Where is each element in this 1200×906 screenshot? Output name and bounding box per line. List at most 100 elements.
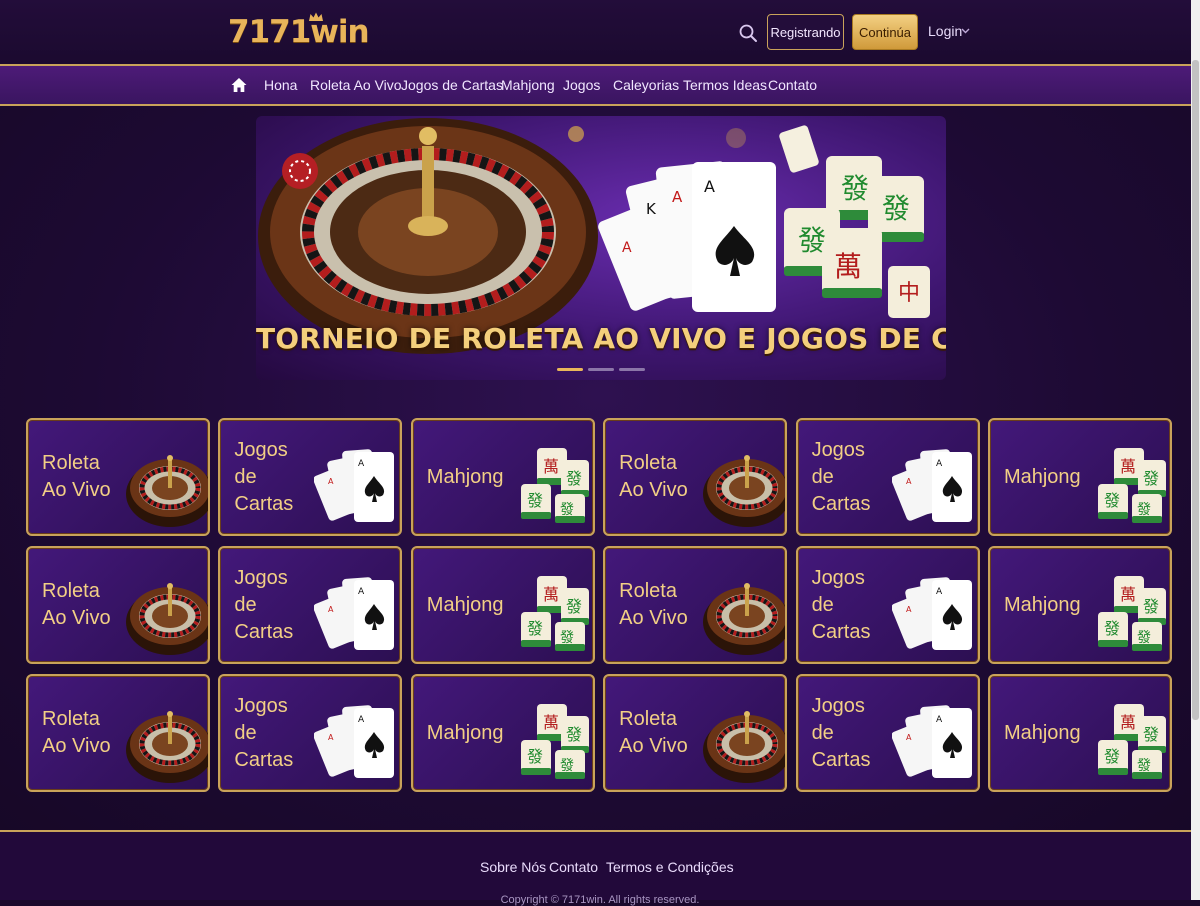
register-button[interactable]: Registrando xyxy=(767,14,844,50)
svg-text:發: 發 xyxy=(1143,469,1159,488)
nav-item-contact[interactable]: Contato xyxy=(768,77,817,93)
svg-text:發: 發 xyxy=(527,619,543,638)
game-tile-label-wrap: Jogos de Cartas xyxy=(812,693,892,774)
footer-terms-link[interactable]: Termos e Condições xyxy=(606,859,734,875)
game-tile[interactable]: Roleta Ao Vivo xyxy=(26,546,210,664)
game-tile-label-line1: Mahjong xyxy=(1003,721,1081,744)
game-tile[interactable]: Roleta Ao Vivo xyxy=(603,418,788,536)
game-tile-label-wrap: Mahjong xyxy=(427,464,504,491)
game-tile-label-line2: Ao Vivo xyxy=(42,735,111,757)
game-tile-label-line2: Cartas xyxy=(811,620,871,643)
scrollbar-thumb[interactable] xyxy=(1192,60,1199,720)
chevron-down-icon[interactable] xyxy=(961,28,970,34)
home-icon[interactable] xyxy=(231,77,247,93)
nav-item-terms[interactable]: Termos Ideas xyxy=(683,77,767,93)
game-tile-label: Mahjong xyxy=(427,548,507,662)
svg-text:發: 發 xyxy=(1104,491,1120,510)
game-tile[interactable]: Mahjong 萬 發 發 發 xyxy=(410,546,595,664)
svg-text:發: 發 xyxy=(1104,747,1120,766)
game-tile-label-wrap: Jogos de Cartas xyxy=(234,437,314,518)
playing-cards-icon: A A K A xyxy=(598,161,776,312)
logo[interactable]: 7171win xyxy=(228,14,370,50)
svg-text:發: 發 xyxy=(560,502,574,518)
game-tile-label-line1: Mahjong xyxy=(426,465,504,488)
svg-text:發: 發 xyxy=(1143,725,1159,744)
nav-item-live-roulette[interactable]: Roleta Ao Vivo xyxy=(310,77,402,93)
game-tile-label-line1: Roleta xyxy=(42,580,100,602)
game-tile-label: Mahjong xyxy=(427,676,507,790)
game-tile[interactable]: Roleta Ao Vivo xyxy=(603,674,788,792)
game-tile[interactable]: Roleta Ao Vivo xyxy=(26,674,210,792)
game-tile[interactable]: Roleta Ao Vivo xyxy=(603,546,788,664)
game-tile-label: Roleta Ao Vivo xyxy=(42,548,122,662)
roulette-wheel-icon xyxy=(258,118,598,354)
carousel-dot[interactable] xyxy=(588,368,614,371)
game-tile-label-wrap: Mahjong xyxy=(1004,720,1081,747)
login-link[interactable]: Login xyxy=(928,23,962,39)
svg-text:A: A xyxy=(622,240,632,256)
game-tile-label: Roleta Ao Vivo xyxy=(619,676,699,790)
svg-text:萬: 萬 xyxy=(543,457,559,476)
nav-item-card-games[interactable]: Jogos de Cartas xyxy=(401,77,503,93)
game-tile-label-wrap: Mahjong xyxy=(1004,464,1081,491)
game-tile-label: Jogos de Cartas xyxy=(812,676,892,790)
game-tile[interactable]: Mahjong 萬 發 發 發 xyxy=(410,418,595,536)
continue-button[interactable]: Continúa xyxy=(852,14,918,50)
svg-text:K: K xyxy=(646,200,657,218)
nav-item-categories[interactable]: Caleyorias xyxy=(613,77,679,93)
svg-text:發: 發 xyxy=(560,630,574,646)
game-tile-label-line1: Roleta xyxy=(42,708,100,730)
game-tile-label: Roleta Ao Vivo xyxy=(42,676,122,790)
top-header: 7171win Registrando Continúa Login xyxy=(0,0,1200,64)
game-tile[interactable]: Roleta Ao Vivo xyxy=(26,418,210,536)
game-tile-label: Roleta Ao Vivo xyxy=(619,548,699,662)
svg-text:A: A xyxy=(358,587,365,597)
svg-text:萬: 萬 xyxy=(834,250,862,283)
game-tile-label: Jogos de Cartas xyxy=(234,676,314,790)
game-tile[interactable]: Mahjong 萬 發 發 發 xyxy=(410,674,595,792)
game-tile-label-line1: Mahjong xyxy=(426,721,504,744)
game-tile[interactable]: Mahjong 萬 發 發 發 xyxy=(987,418,1172,536)
nav-item-mahjong[interactable]: Mahjong xyxy=(501,77,555,93)
game-tile[interactable]: Mahjong 萬 發 發 發 xyxy=(987,546,1172,664)
game-tile-label: Roleta Ao Vivo xyxy=(42,420,122,534)
game-tile[interactable]: Jogos de Cartas A A xyxy=(218,418,403,536)
game-tile-label: Jogos de Cartas xyxy=(812,420,892,534)
game-tile-label-wrap: Mahjong xyxy=(427,592,504,619)
carousel-dot[interactable] xyxy=(619,368,645,371)
game-tile-label: Mahjong xyxy=(1004,676,1084,790)
footer-about-link[interactable]: Sobre Nós xyxy=(480,859,546,875)
game-tile-label: Jogos de Cartas xyxy=(234,420,314,534)
nav-item-games[interactable]: Jogos xyxy=(563,77,600,93)
nav-item-home[interactable]: Hona xyxy=(264,77,297,93)
game-tile-label-line2: Ao Vivo xyxy=(619,607,688,629)
svg-text:A: A xyxy=(358,715,365,725)
game-tile-label-line1: Jogos de xyxy=(234,694,288,744)
svg-text:A: A xyxy=(906,733,912,742)
game-tile-label-line1: Mahjong xyxy=(1003,465,1081,488)
game-tile-label: Mahjong xyxy=(427,420,507,534)
svg-text:A: A xyxy=(328,477,334,486)
promo-banner[interactable]: A A K A 發 發 發 萬 中 TORNEIO DE ROLETA AO V… xyxy=(256,116,946,380)
game-tile-label-wrap: Jogos de Cartas xyxy=(812,437,892,518)
game-tile[interactable]: Jogos de Cartas A A xyxy=(218,546,403,664)
svg-text:中: 中 xyxy=(898,281,920,306)
game-tile[interactable]: Jogos de Cartas A A xyxy=(795,546,980,664)
game-tile-label-line1: Roleta xyxy=(42,452,100,474)
search-icon[interactable] xyxy=(738,23,758,43)
game-tile[interactable]: Mahjong 萬 發 發 發 xyxy=(987,674,1172,792)
game-tile-label-wrap: Roleta Ao Vivo xyxy=(42,706,111,760)
carousel-dot[interactable] xyxy=(557,368,583,371)
svg-text:發: 發 xyxy=(1143,597,1159,616)
svg-text:發: 發 xyxy=(1137,630,1151,646)
svg-text:發: 發 xyxy=(1137,502,1151,518)
footer-contact-link[interactable]: Contato xyxy=(549,859,598,875)
game-tile-label-line2: Ao Vivo xyxy=(42,479,111,501)
game-tile-label-line1: Mahjong xyxy=(426,593,504,616)
game-tile[interactable]: Jogos de Cartas A A xyxy=(795,418,980,536)
svg-text:A: A xyxy=(936,587,943,597)
game-tile[interactable]: Jogos de Cartas A A xyxy=(218,674,403,792)
svg-text:萬: 萬 xyxy=(543,585,559,604)
game-tile[interactable]: Jogos de Cartas A A xyxy=(795,674,980,792)
banner-title: TORNEIO DE ROLETA AO VIVO E JOGOS DE CAR… xyxy=(256,322,946,355)
